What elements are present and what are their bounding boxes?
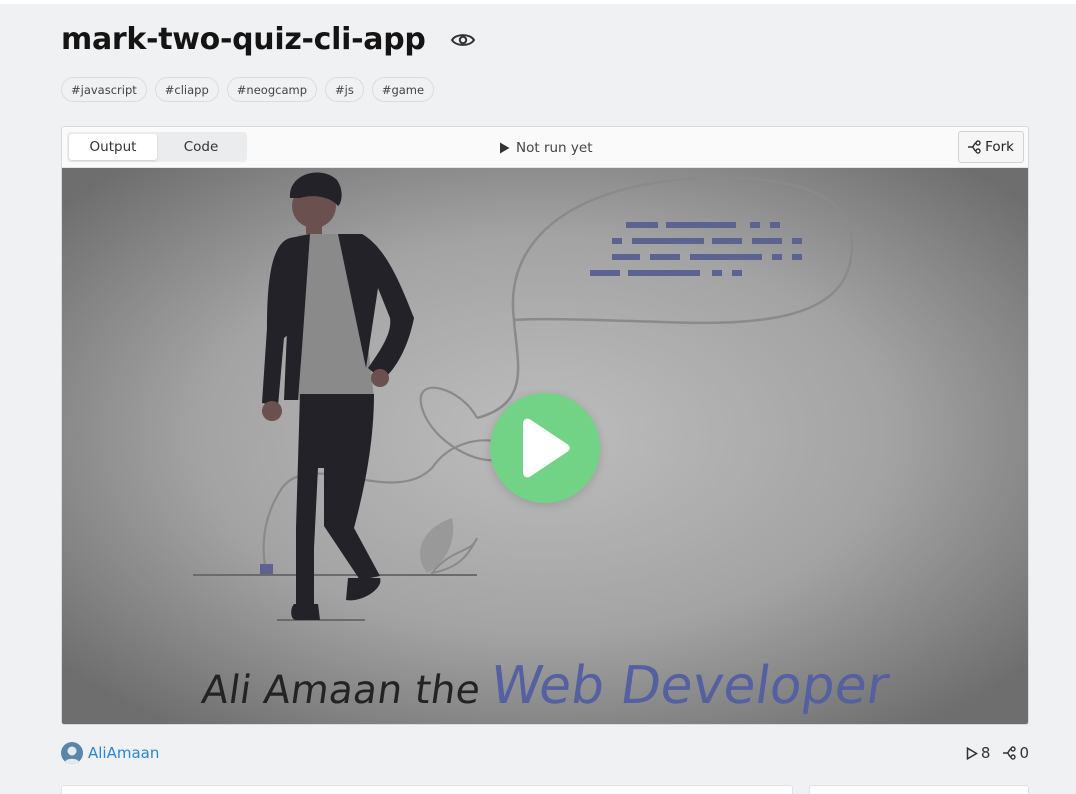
tag[interactable]: #game <box>371 77 435 102</box>
author-link[interactable]: AliAmaan <box>61 742 159 764</box>
run-status-text: Not run yet <box>516 139 593 156</box>
caption-plain: Ali Amaan the <box>198 668 484 713</box>
play-icon <box>523 418 570 478</box>
fork-button[interactable]: Fork <box>958 131 1024 163</box>
view-toggle: Output Code <box>67 132 247 162</box>
tag[interactable]: #javascript <box>61 77 147 102</box>
repl-panel: Output Code Not run yet Fork Ali Amaan t… <box>61 126 1029 725</box>
tag[interactable]: #cliapp <box>154 77 219 102</box>
fork-label: Fork <box>985 139 1014 155</box>
tab-code[interactable]: Code <box>157 134 245 160</box>
play-triangle-icon <box>499 142 510 154</box>
eye-icon[interactable] <box>450 27 476 53</box>
cover-caption: Ali Amaan the Web Developer <box>62 656 1028 716</box>
tag[interactable]: #js <box>325 77 364 102</box>
run-count-value: 8 <box>980 744 991 762</box>
caption-accent: Web Developer <box>486 656 893 716</box>
fork-icon <box>967 140 981 154</box>
fork-count-value: 0 <box>1019 744 1029 762</box>
fork-icon <box>1002 746 1017 760</box>
fork-count: 0 <box>1002 744 1029 762</box>
play-button[interactable] <box>490 393 600 503</box>
tag-list: #javascript #cliapp #neogcamp #js #game <box>61 77 435 102</box>
avatar <box>61 742 83 764</box>
author-name[interactable]: AliAmaan <box>88 744 159 762</box>
title-row: mark-two-quiz-cli-app <box>61 22 476 57</box>
page-title: mark-two-quiz-cli-app <box>61 22 426 57</box>
top-strip <box>0 0 1076 4</box>
tag[interactable]: #neogcamp <box>226 77 317 102</box>
tab-output[interactable]: Output <box>69 134 157 160</box>
repl-stats: 8 0 <box>966 744 1029 762</box>
run-count: 8 <box>966 744 991 762</box>
panel-toolbar: Output Code Not run yet Fork <box>62 127 1028 168</box>
side-card <box>809 785 1029 794</box>
description-card <box>61 785 793 794</box>
cover-image: Ali Amaan the Web Developer <box>62 168 1028 724</box>
run-status: Not run yet <box>499 127 593 168</box>
play-outline-icon <box>966 746 978 760</box>
